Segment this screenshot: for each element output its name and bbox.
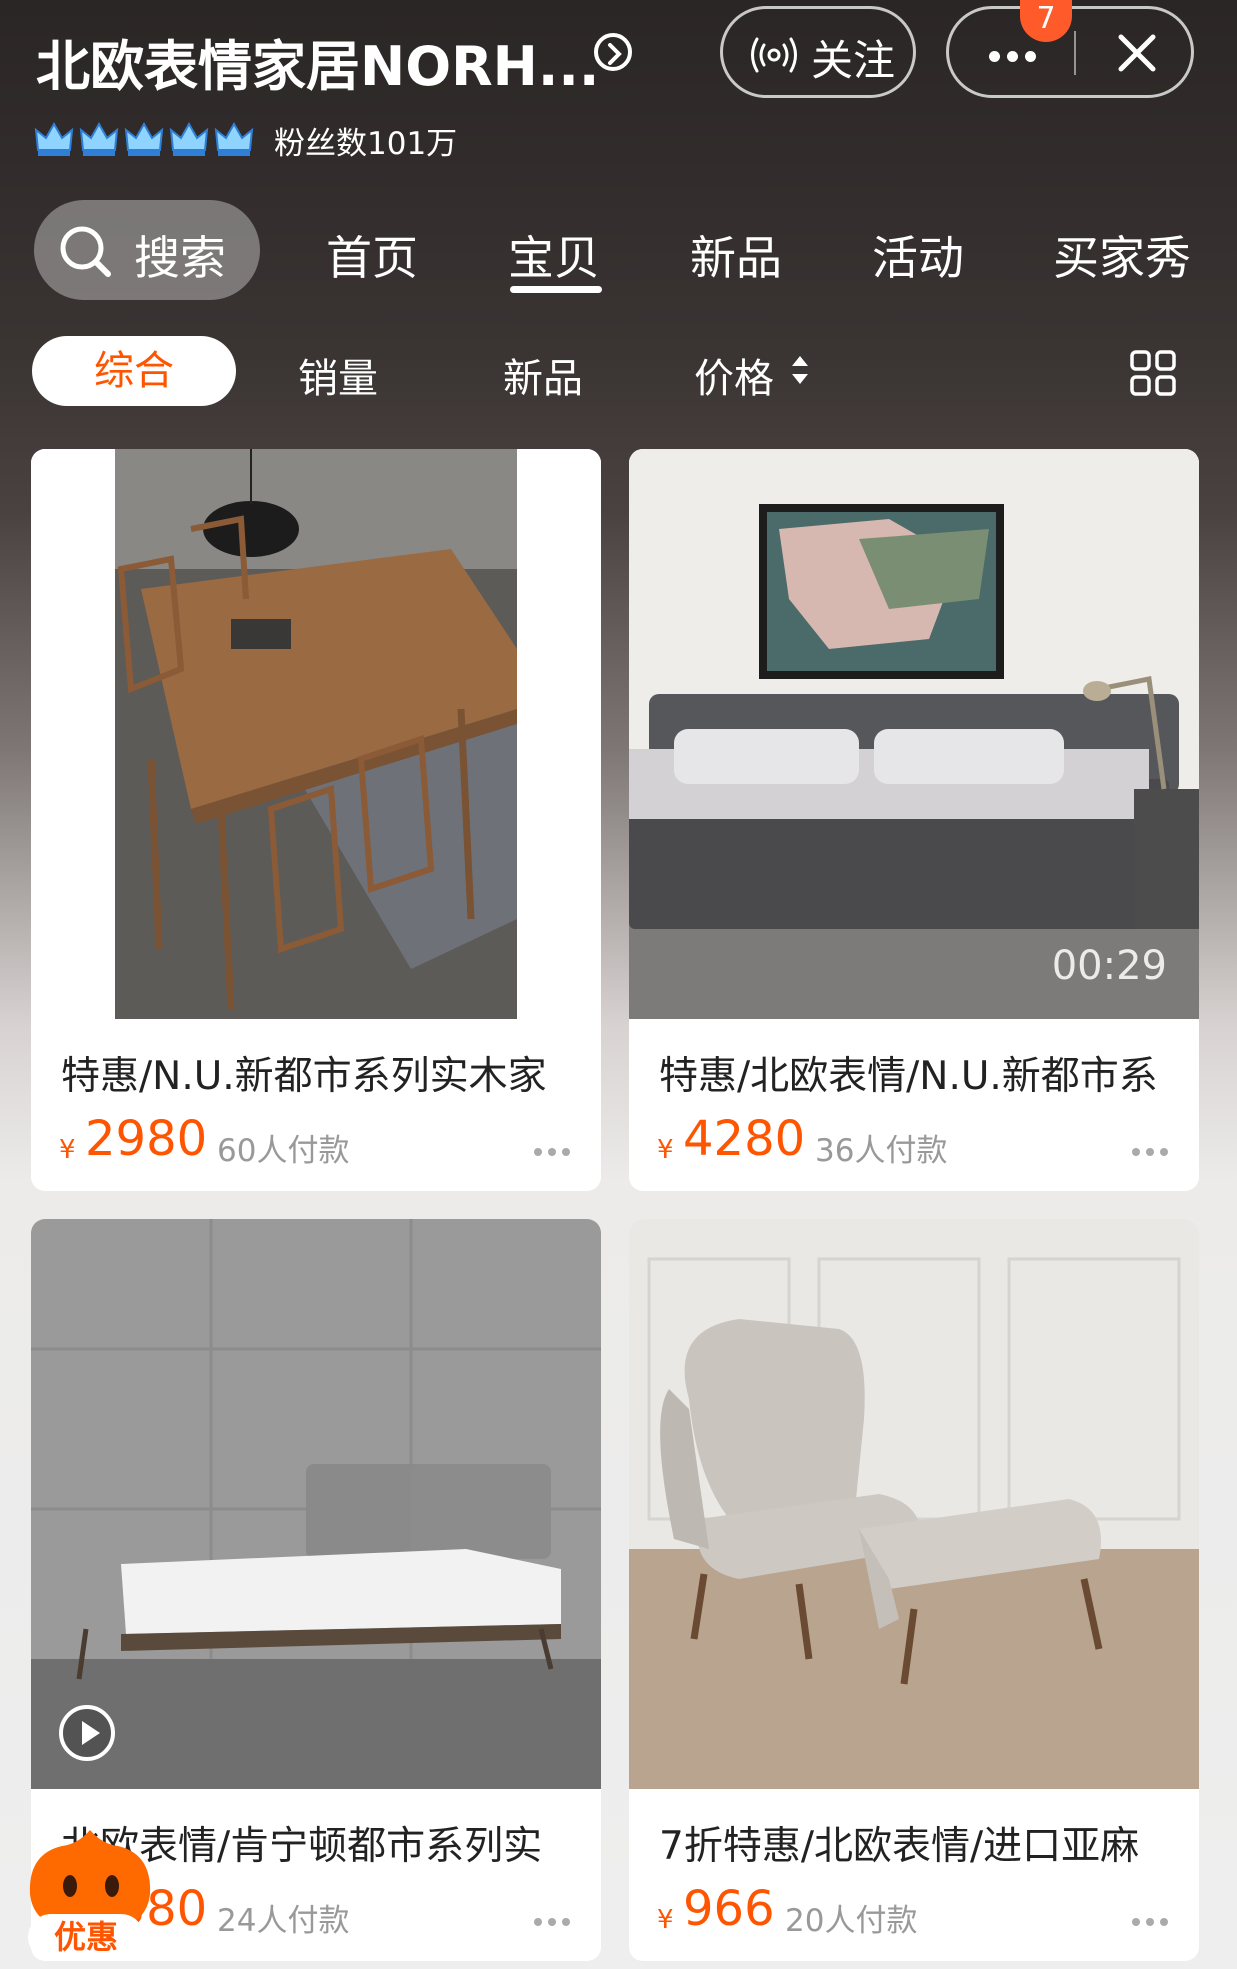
sort-price[interactable]: 价格 [694,346,774,404]
product-price: 2980 [85,1111,208,1167]
close-icon[interactable] [1115,31,1159,75]
crown-icon [169,120,209,158]
more-icon[interactable] [1132,1141,1174,1160]
product-image [31,1219,601,1789]
product-title: 7折特惠/北欧表情/进口亚麻 [659,1824,1140,1869]
play-video-icon[interactable] [59,1705,115,1761]
fans-count: 粉丝数101万 [274,126,458,162]
price-sort-icon[interactable] [790,354,810,386]
product-image [31,449,601,1019]
sort-sales[interactable]: 销量 [298,346,378,404]
video-duration: 00:29 [1051,943,1167,989]
more-options-icon[interactable] [989,47,1043,66]
sort-comprehensive[interactable]: 综合 [32,336,236,406]
sort-new[interactable]: 新品 [503,346,583,404]
product-card[interactable]: 7折特惠/北欧表情/进口亚麻 ¥ 966 20人付款 [629,1219,1199,1961]
sales-count: 20人付款 [785,1903,918,1939]
product-title: 特惠/北欧表情/N.U.新都市系 [659,1054,1158,1099]
tab-activity[interactable]: 活动 [872,222,964,288]
shop-name[interactable]: 北欧表情家居NORH... [36,22,599,101]
shop-info-arrow-icon[interactable] [594,33,632,71]
tab-home[interactable]: 首页 [326,222,418,288]
crown-icon [214,120,254,158]
more-icon[interactable] [1132,1911,1174,1930]
crown-icon [124,120,164,158]
search-label: 搜索 [134,231,226,285]
product-image [629,1219,1199,1789]
layout-grid-icon[interactable] [1130,350,1176,396]
currency-symbol: ¥ [657,1135,674,1165]
product-price: 4280 [683,1111,806,1167]
product-price: 966 [683,1881,775,1937]
product-card[interactable]: 特惠/N.U.新都市系列实木家 ¥ 2980 60人付款 [31,449,601,1191]
search-icon [60,226,111,277]
crown-icon [34,120,74,158]
tab-products[interactable]: 宝贝 [508,222,600,288]
more-icon[interactable] [534,1911,576,1930]
product-card[interactable]: 00:29 特惠/北欧表情/N.U.新都市系 ¥ 4280 36人付款 [629,449,1199,1191]
currency-symbol: ¥ [59,1135,76,1165]
sales-count: 36人付款 [815,1133,948,1169]
product-image: 00:29 [629,449,1199,1019]
more-icon[interactable] [534,1141,576,1160]
shop-rating-crowns [34,120,259,162]
capsule-divider [1074,31,1076,75]
follow-button[interactable]: 关注 [720,6,916,98]
currency-symbol: ¥ [657,1905,674,1935]
promo-float-button[interactable]: 优惠 [22,1824,158,1960]
sales-count: 60人付款 [217,1133,350,1169]
promo-label: 优惠 [28,1914,144,1960]
tab-buyer-show[interactable]: 买家秀 [1053,222,1191,288]
product-title: 特惠/N.U.新都市系列实木家 [61,1054,547,1099]
tab-new[interactable]: 新品 [690,222,782,288]
search-button[interactable]: 搜索 [34,200,260,300]
sales-count: 24人付款 [217,1903,350,1939]
active-tab-indicator [510,286,602,293]
crown-icon [79,120,119,158]
follow-label: 关注 [811,36,896,85]
broadcast-icon [751,37,797,73]
